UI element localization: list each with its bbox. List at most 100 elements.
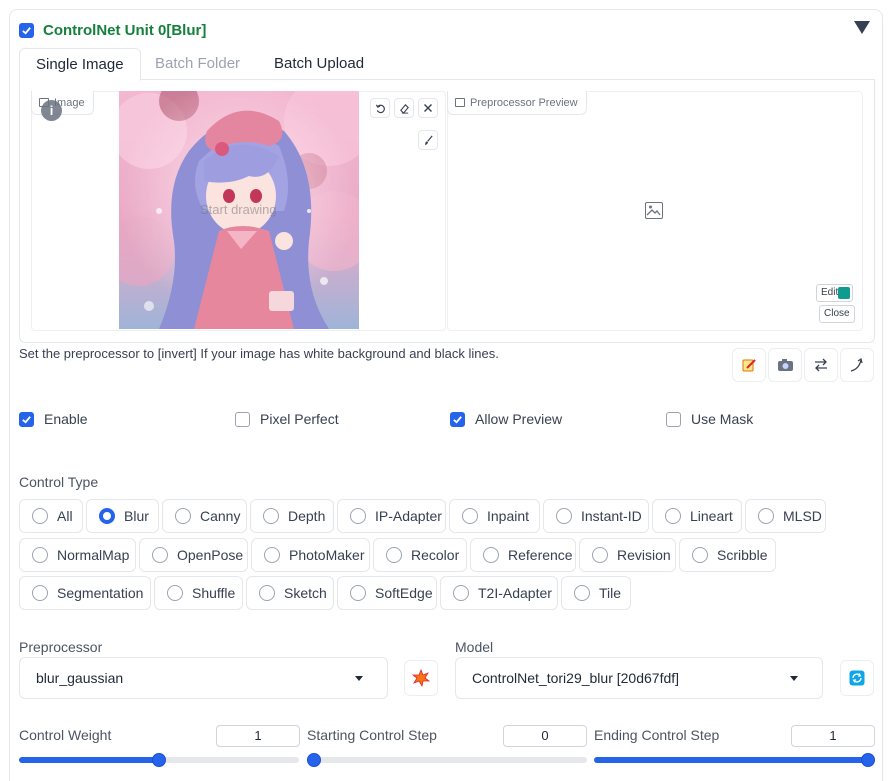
eraser-button[interactable] [394, 98, 414, 118]
control-type-recolor[interactable]: Recolor [373, 538, 467, 572]
unit-enabled-checkbox[interactable] [19, 22, 34, 38]
radio-button[interactable] [264, 547, 280, 563]
undo-icon [375, 104, 385, 113]
control-type-shuffle[interactable]: Shuffle [154, 576, 243, 610]
radio-button[interactable] [483, 547, 499, 563]
radio-button[interactable] [462, 508, 478, 524]
slider-track [307, 757, 587, 763]
control-type-softedge[interactable]: SoftEdge [337, 576, 437, 610]
info-icon[interactable]: i [41, 100, 62, 121]
control-type-sketch[interactable]: Sketch [246, 576, 334, 610]
brush-button[interactable] [418, 130, 438, 150]
swap-icon [815, 358, 827, 372]
ending-control-step-input[interactable]: 1 [791, 725, 875, 747]
check-icon [22, 415, 31, 424]
radio-button[interactable] [592, 547, 608, 563]
control-type-blur[interactable]: Blur [86, 499, 159, 533]
use-mask-checkbox[interactable] [666, 411, 681, 427]
preprocessor-label: Preprocessor [19, 639, 103, 655]
ending-control-step-label: Ending Control Step [594, 727, 720, 743]
control-type-lineart[interactable]: Lineart [652, 499, 742, 533]
use-mask-label: Use Mask [691, 411, 754, 427]
preprocessor-hint: Set the preprocessor to [invert] If your… [19, 346, 499, 361]
radio-button[interactable] [453, 585, 469, 601]
model-value: ControlNet_tori29_blur [20d67fdf] [472, 670, 680, 686]
slider-thumb[interactable] [307, 753, 321, 767]
radio-button[interactable] [175, 508, 191, 524]
radio-button[interactable] [758, 508, 774, 524]
edit-button[interactable]: Edit [816, 284, 853, 302]
radio-button[interactable] [692, 547, 708, 563]
webcam-button[interactable] [768, 348, 802, 382]
radio-button[interactable] [32, 547, 48, 563]
radio-button[interactable] [574, 585, 590, 601]
radio-button[interactable] [167, 585, 183, 601]
allow-preview-option[interactable]: Allow Preview [450, 410, 562, 428]
radio-button[interactable] [259, 585, 275, 601]
preprocessor-select[interactable]: blur_gaussian [19, 657, 388, 699]
preprocessor-value: blur_gaussian [36, 670, 124, 686]
radio-button[interactable] [350, 508, 366, 524]
radio-button[interactable] [386, 547, 402, 563]
control-type-inpaint[interactable]: Inpaint [449, 499, 540, 533]
control-type-canny[interactable]: Canny [162, 499, 247, 533]
close-button[interactable]: Close [819, 305, 855, 323]
control-type-instant-id[interactable]: Instant-ID [543, 499, 649, 533]
control-weight-slider[interactable] [19, 753, 299, 767]
model-select[interactable]: ControlNet_tori29_blur [20d67fdf] [455, 657, 823, 699]
control-weight-input[interactable]: 1 [216, 725, 300, 747]
tab-batch-folder[interactable]: Batch Folder [139, 48, 256, 81]
radio-button[interactable] [665, 508, 681, 524]
send-dimensions-button[interactable] [840, 348, 874, 382]
radio-button[interactable] [152, 547, 168, 563]
control-type-tile[interactable]: Tile [561, 576, 631, 610]
edit-canvas-button[interactable] [732, 348, 766, 382]
refresh-models-button[interactable] [840, 660, 874, 696]
slider-thumb[interactable] [152, 753, 166, 767]
radio-button-selected[interactable] [99, 508, 115, 524]
tab-single-image[interactable]: Single Image [19, 48, 141, 81]
starting-control-step-label: Starting Control Step [307, 727, 437, 743]
control-type-t2i-adapter[interactable]: T2I-Adapter [440, 576, 558, 610]
control-type-segmentation[interactable]: Segmentation [19, 576, 151, 610]
enable-checkbox[interactable] [19, 411, 34, 427]
slider-thumb[interactable] [861, 753, 875, 767]
radio-button[interactable] [263, 508, 279, 524]
control-type-photomaker[interactable]: PhotoMaker [251, 538, 370, 572]
starting-control-step-slider[interactable] [307, 753, 587, 767]
ending-control-step-slider[interactable] [594, 753, 875, 767]
check-icon [453, 415, 462, 424]
control-type-normalmap[interactable]: NormalMap [19, 538, 136, 572]
unit-title: ControlNet Unit 0[Blur] [43, 21, 207, 39]
radio-button[interactable] [350, 585, 366, 601]
use-mask-option[interactable]: Use Mask [666, 410, 753, 428]
camera-icon [777, 359, 793, 371]
control-type-revision[interactable]: Revision [579, 538, 676, 572]
control-type-ip-adapter[interactable]: IP-Adapter [337, 499, 446, 533]
unit-header[interactable]: ControlNet Unit 0[Blur] [19, 20, 206, 40]
radio-button[interactable] [556, 508, 572, 524]
enable-option[interactable]: Enable [19, 410, 88, 428]
control-type-openpose[interactable]: OpenPose [139, 538, 248, 572]
control-type-reference[interactable]: Reference [470, 538, 576, 572]
clear-image-button[interactable] [418, 98, 438, 118]
tab-batch-upload[interactable]: Batch Upload [258, 48, 380, 81]
refresh-icon [849, 670, 865, 686]
chevron-down-icon [790, 676, 798, 681]
control-weight-label: Control Weight [19, 727, 112, 743]
image-placeholder-icon [645, 202, 663, 219]
control-type-mlsd[interactable]: MLSD [745, 499, 826, 533]
run-preprocessor-button[interactable] [404, 660, 438, 696]
allow-preview-checkbox[interactable] [450, 411, 465, 427]
pixel-perfect-checkbox[interactable] [235, 411, 250, 427]
starting-control-step-input[interactable]: 0 [503, 725, 587, 747]
control-type-depth[interactable]: Depth [250, 499, 334, 533]
control-type-scribble[interactable]: Scribble [679, 538, 776, 572]
collapse-triangle-icon[interactable] [854, 21, 870, 34]
mirror-button[interactable] [804, 348, 838, 382]
radio-button[interactable] [32, 585, 48, 601]
undo-button[interactable] [370, 98, 390, 118]
pixel-perfect-option[interactable]: Pixel Perfect [235, 410, 339, 428]
control-type-all[interactable]: All [19, 499, 83, 533]
radio-button[interactable] [32, 508, 48, 524]
